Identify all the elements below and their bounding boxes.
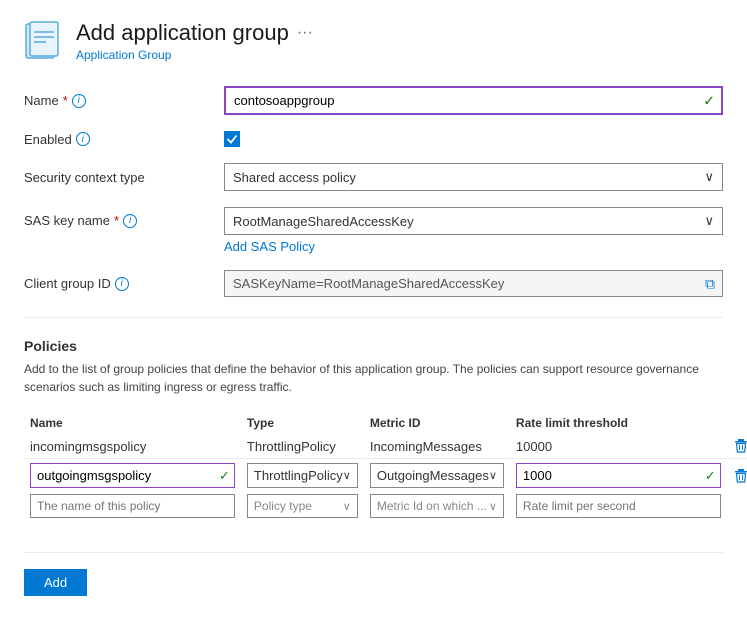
edit-row: ✓ ThrottlingPolicy ∨ OutgoingMessages ∨	[24, 459, 747, 493]
client-group-info-icon[interactable]: i	[115, 277, 129, 291]
client-group-input[interactable]	[224, 270, 723, 297]
client-group-label: Client group ID i	[24, 276, 224, 291]
edit-metric-value: OutgoingMessages	[377, 468, 489, 483]
security-context-label: Security context type	[24, 170, 224, 185]
row1-delete-icon[interactable]	[733, 438, 747, 454]
edit-row-delete-icon[interactable]	[733, 468, 747, 484]
enabled-row: Enabled i	[24, 131, 723, 147]
col-header-action	[727, 412, 747, 434]
col-header-type: Type	[241, 412, 364, 434]
page-header: Add application group ··· Application Gr…	[24, 20, 723, 62]
page-subtitle: Application Group	[76, 48, 313, 62]
footer-bar: Add	[24, 552, 723, 596]
add-button[interactable]: Add	[24, 569, 87, 596]
enabled-label: Enabled i	[24, 132, 224, 147]
policies-title: Policies	[24, 338, 723, 354]
edit-rate-input[interactable]	[517, 464, 705, 487]
sas-key-chevron-icon: ∨	[704, 213, 714, 229]
edit-type-select[interactable]: ThrottlingPolicy ∨	[247, 463, 358, 488]
edit-type-value: ThrottlingPolicy	[254, 468, 343, 483]
placeholder-row: Policy type ∨ Metric Id on which ... ∨	[24, 492, 747, 520]
name-input[interactable]	[224, 86, 723, 115]
name-field-wrapper: ✓	[224, 86, 723, 115]
client-group-row: Client group ID i ⧉	[24, 270, 723, 297]
sas-key-label: SAS key name * i	[24, 213, 224, 228]
title-block: Add application group ··· Application Gr…	[76, 20, 313, 62]
name-row: Name * i ✓	[24, 86, 723, 115]
edit-rate-wrapper: ✓	[516, 463, 721, 488]
copy-icon[interactable]: ⧉	[705, 275, 715, 292]
row1-name: incomingmsgspolicy	[30, 439, 146, 454]
security-context-value: Shared access policy	[233, 170, 356, 185]
sas-key-row: SAS key name * i RootManageSharedAccessK…	[24, 207, 723, 254]
row1-metric: IncomingMessages	[370, 439, 482, 454]
policies-table: Name Type Metric ID Rate limit threshold…	[24, 412, 747, 520]
new-type-placeholder: Policy type	[254, 499, 312, 513]
edit-metric-chevron-icon: ∨	[489, 469, 497, 482]
new-type-chevron-icon: ∨	[343, 500, 351, 513]
new-metric-select[interactable]: Metric Id on which ... ∨	[370, 494, 504, 518]
policies-table-header: Name Type Metric ID Rate limit threshold	[24, 412, 747, 434]
page-title: Add application group ···	[76, 20, 313, 46]
policies-section: Policies Add to the list of group polici…	[24, 338, 723, 520]
name-check-icon: ✓	[703, 92, 715, 109]
sas-key-select[interactable]: RootManageSharedAccessKey ∨	[224, 207, 723, 235]
new-name-input[interactable]	[30, 494, 235, 518]
col-header-metric: Metric ID	[364, 412, 510, 434]
name-required: *	[63, 93, 68, 108]
edit-type-chevron-icon: ∨	[343, 469, 351, 482]
page-icon	[24, 20, 64, 60]
sas-key-field-wrapper: RootManageSharedAccessKey ∨ Add SAS Poli…	[224, 207, 723, 254]
edit-name-check-icon: ✓	[219, 468, 234, 484]
policies-description: Add to the list of group policies that d…	[24, 360, 723, 396]
col-header-name: Name	[24, 412, 241, 434]
client-group-field-wrapper: ⧉	[224, 270, 723, 297]
name-label: Name * i	[24, 93, 224, 108]
new-rate-input[interactable]	[516, 494, 721, 518]
more-options-icon[interactable]: ···	[297, 24, 313, 42]
edit-name-input[interactable]	[31, 464, 219, 487]
sas-key-value: RootManageSharedAccessKey	[233, 214, 414, 229]
new-metric-placeholder: Metric Id on which ...	[377, 499, 487, 513]
enabled-checkbox[interactable]	[224, 131, 240, 147]
row1-rate: 10000	[516, 439, 552, 454]
edit-name-wrapper: ✓	[30, 463, 235, 488]
sas-key-info-icon[interactable]: i	[123, 214, 137, 228]
table-row: incomingmsgspolicy ThrottlingPolicy Inco…	[24, 434, 747, 459]
edit-metric-select[interactable]: OutgoingMessages ∨	[370, 463, 504, 488]
edit-rate-check-icon: ✓	[705, 468, 720, 484]
new-metric-chevron-icon: ∨	[489, 500, 497, 513]
new-type-select[interactable]: Policy type ∨	[247, 494, 358, 518]
security-context-chevron-icon: ∨	[704, 169, 714, 185]
add-sas-policy-link[interactable]: Add SAS Policy	[224, 239, 723, 254]
row1-type: ThrottlingPolicy	[247, 439, 336, 454]
enabled-info-icon[interactable]: i	[76, 132, 90, 146]
sas-key-required: *	[114, 213, 119, 228]
security-context-field-wrapper: Shared access policy ∨	[224, 163, 723, 191]
col-header-rate: Rate limit threshold	[510, 412, 727, 434]
name-info-icon[interactable]: i	[72, 94, 86, 108]
security-context-row: Security context type Shared access poli…	[24, 163, 723, 191]
security-context-select[interactable]: Shared access policy ∨	[224, 163, 723, 191]
enabled-field-wrapper	[224, 131, 723, 147]
